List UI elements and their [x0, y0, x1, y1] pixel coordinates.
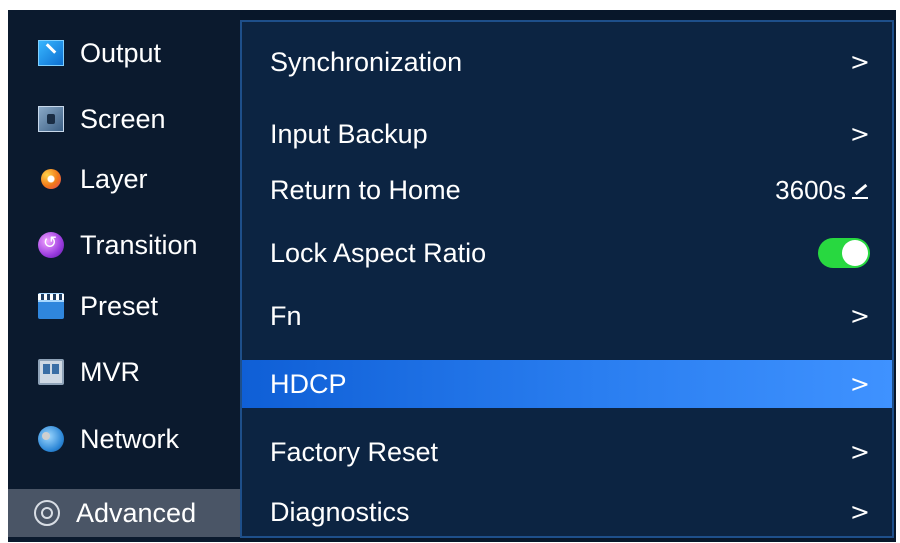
menu-row-label: Input Backup [270, 118, 428, 149]
network-icon [38, 426, 64, 452]
menu-row-label: Lock Aspect Ratio [270, 237, 487, 268]
advanced-settings-panel: Synchronization > Input Backup > Return … [240, 20, 894, 538]
toggle-knob [842, 240, 868, 266]
chevron-right-icon: > [849, 302, 870, 330]
sidebar-item-advanced[interactable]: Advanced [8, 489, 240, 537]
sidebar-item-label: Screen [80, 103, 166, 134]
output-icon [38, 40, 64, 66]
sidebar-item-label: MVR [80, 356, 140, 387]
menu-row-fn[interactable]: Fn > [242, 292, 892, 340]
menu-row-label: Synchronization [270, 46, 463, 77]
sidebar-item-output[interactable]: Output [8, 30, 240, 76]
sidebar: Output Screen Layer Transition Preset MV… [8, 10, 240, 542]
sidebar-item-label: Layer [80, 163, 148, 194]
sidebar-item-label: Preset [80, 290, 159, 321]
sidebar-item-screen[interactable]: Screen [8, 96, 240, 142]
sidebar-item-mvr[interactable]: MVR [8, 349, 240, 395]
menu-row-diagnostics[interactable]: Diagnostics > [242, 488, 892, 536]
sidebar-item-label: Transition [80, 229, 198, 260]
layer-icon [38, 166, 64, 192]
return-to-home-value: 3600s [775, 174, 846, 205]
sidebar-item-network[interactable]: Network [8, 416, 240, 462]
sidebar-item-preset[interactable]: Preset [8, 283, 240, 329]
sidebar-item-transition[interactable]: Transition [8, 222, 240, 268]
menu-row-label: Diagnostics [270, 496, 410, 527]
chevron-right-icon: > [849, 498, 870, 526]
chevron-right-icon: > [849, 370, 870, 398]
menu-row-label: Return to Home [270, 174, 461, 205]
app-window: Output Screen Layer Transition Preset MV… [8, 10, 896, 542]
sidebar-item-layer[interactable]: Layer [8, 156, 240, 202]
edit-icon[interactable] [850, 180, 870, 200]
mvr-icon [38, 359, 64, 385]
transition-icon [38, 232, 64, 258]
preset-icon [38, 293, 64, 319]
menu-row-lock-aspect-ratio[interactable]: Lock Aspect Ratio [242, 229, 892, 277]
sidebar-item-label: Network [80, 423, 180, 454]
lock-aspect-ratio-toggle[interactable] [818, 238, 870, 268]
menu-row-factory-reset[interactable]: Factory Reset > [242, 428, 892, 476]
sidebar-item-label: Output [80, 37, 162, 68]
chevron-right-icon: > [849, 438, 870, 466]
menu-row-label: HDCP [270, 368, 347, 399]
menu-row-return-to-home[interactable]: Return to Home 3600s [242, 166, 892, 214]
menu-row-input-backup[interactable]: Input Backup > [242, 110, 892, 158]
chevron-right-icon: > [849, 48, 870, 76]
menu-row-synchronization[interactable]: Synchronization > [242, 38, 892, 86]
menu-row-label: Factory Reset [270, 436, 439, 467]
menu-row-hdcp[interactable]: HDCP > [242, 360, 892, 408]
sidebar-item-label: Advanced [76, 497, 197, 528]
menu-row-label: Fn [270, 300, 302, 331]
chevron-right-icon: > [849, 120, 870, 148]
advanced-icon [34, 500, 60, 526]
screen-icon [38, 106, 64, 132]
